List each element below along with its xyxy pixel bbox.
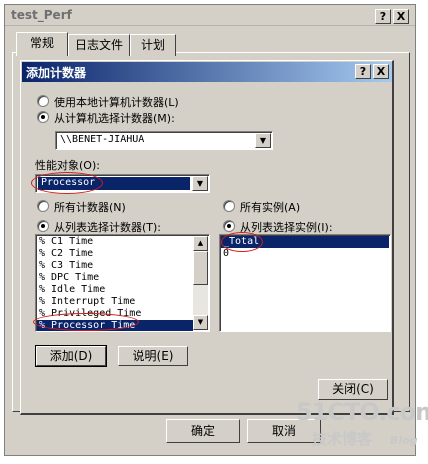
watermark-sub: 技术博客 (312, 430, 373, 448)
watermark-site: 51CTO.com (296, 398, 428, 426)
counter-scrollbar[interactable]: ▲ ▼ (193, 236, 208, 330)
tab-log-files[interactable]: 日志文件 (68, 34, 130, 56)
chevron-down-icon[interactable]: ▼ (192, 176, 208, 191)
dialog-close-button[interactable]: X (373, 64, 389, 79)
list-item[interactable]: % C2 Time (37, 248, 193, 260)
outer-help-button[interactable]: ? (375, 9, 391, 24)
annotation-circle-object (31, 172, 103, 194)
radio-local-label: 使用本地计算机计数器(L) (54, 96, 179, 109)
explain-button[interactable]: 说明(E) (118, 346, 188, 366)
tab-schedule[interactable]: 计划 (130, 34, 176, 56)
radio-list-counters[interactable] (37, 220, 49, 232)
annotation-circle-counter (33, 313, 139, 331)
radio-select-label: 从计算机选择计数器(M): (54, 112, 175, 125)
dialog-title: 添加计数器 (26, 66, 87, 80)
annotation-circle-instance (221, 232, 263, 252)
radio-list-counters-label: 从列表选择计数器(T): (54, 221, 162, 234)
outer-title-bar: test_Perf (5, 5, 415, 26)
radio-local-computer[interactable] (37, 95, 49, 107)
list-item[interactable]: % DPC Time (37, 272, 193, 284)
add-button[interactable]: 添加(D) (35, 345, 107, 367)
list-item[interactable]: % C1 Time (37, 236, 193, 248)
scroll-down-icon[interactable]: ▼ (193, 315, 208, 330)
perf-object-label: 性能对象(O): (35, 159, 100, 172)
radio-all-instances-label: 所有实例(A) (240, 201, 301, 214)
list-item[interactable]: % Interrupt Time (37, 296, 193, 308)
chevron-down-icon[interactable]: ▼ (255, 133, 271, 148)
ok-button[interactable]: 确定 (166, 419, 240, 443)
dialog-title-bar: 添加计数器 (22, 62, 392, 82)
radio-list-instances-label: 从列表选择实例(I): (240, 221, 333, 234)
tab-general[interactable]: 常规 (16, 32, 68, 56)
outer-close-button[interactable]: X (393, 9, 409, 24)
computer-combobox[interactable]: \\BENET-JIAHUA ▼ (55, 131, 273, 150)
radio-all-instances[interactable] (223, 200, 235, 212)
radio-all-counters-label: 所有计数器(N) (54, 201, 126, 214)
scroll-up-icon[interactable]: ▲ (193, 236, 208, 251)
list-item[interactable]: % C3 Time (37, 260, 193, 272)
watermark-blog: Blog (390, 434, 418, 447)
dialog-help-button[interactable]: ? (355, 64, 371, 79)
outer-title: test_Perf (11, 8, 72, 22)
radio-all-counters[interactable] (37, 200, 49, 212)
radio-select-computer[interactable] (37, 111, 49, 123)
scroll-thumb[interactable] (193, 251, 208, 285)
close-button[interactable]: 关闭(C) (318, 379, 388, 400)
list-item[interactable]: % Idle Time (37, 284, 193, 296)
computer-value: \\BENET-JIAHUA (60, 134, 145, 145)
radio-list-instances[interactable] (223, 220, 235, 232)
